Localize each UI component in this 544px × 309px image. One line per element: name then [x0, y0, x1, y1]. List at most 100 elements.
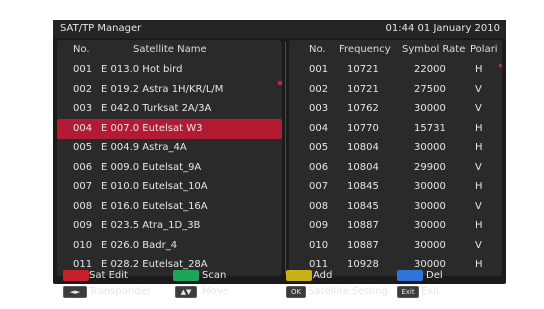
transponder-row[interactable]: 003 10762 30000 V	[289, 99, 502, 119]
ok-key-icon[interactable]: OK	[286, 286, 306, 298]
satellite-name: E 004.9 Astra_4A	[101, 142, 187, 153]
transponder-row[interactable]: 004 10770 15731 H	[289, 119, 502, 139]
satellite-setting-label[interactable]: Satellite Setting	[308, 286, 388, 298]
sat-tp-manager-screen: SAT/TP Manager 01:44 01 January 2010 No.…	[53, 20, 506, 298]
transponder-number: 008	[309, 200, 329, 212]
satellite-row[interactable]: 010 E 026.0 Badr_4	[57, 236, 282, 256]
yellow-key-icon[interactable]	[286, 270, 312, 281]
satellite-row[interactable]: 003 E 042.0 Turksat 2A/3A	[57, 99, 282, 119]
blue-key-icon[interactable]	[397, 270, 423, 281]
symbol-rate-value: 30000	[414, 239, 446, 251]
satellite-row[interactable]: 002 E 019.2 Astra 1H/KR/L/M	[57, 80, 282, 100]
satellite-name: E 019.2 Astra 1H/KR/L/M	[101, 83, 224, 95]
satellite-number: 006	[73, 161, 93, 173]
satellite-number: 002	[73, 83, 93, 95]
transponder-number: 003	[309, 103, 329, 114]
transponder-number: 007	[309, 181, 329, 192]
add-label[interactable]: Add	[313, 270, 332, 282]
frequency-value: 10804	[347, 142, 379, 153]
scroll-marker-left	[278, 81, 282, 85]
polarity-value: V	[475, 83, 482, 95]
transponder-number: 010	[309, 239, 329, 251]
polarity-value: H	[475, 64, 483, 75]
satellite-name: E 016.0 Eutelsat_16A	[101, 200, 208, 212]
polarity-value: H	[475, 181, 483, 192]
transponder-number: 002	[309, 83, 329, 95]
satellite-name: E 010.0 Eutelsat_10A	[101, 181, 208, 192]
transponder-number: 005	[309, 142, 329, 153]
satellite-name-header: Satellite Name	[133, 44, 207, 55]
polarity-value: V	[475, 161, 482, 173]
satellite-number: 004	[73, 122, 93, 134]
symbol-rate-value: 15731	[414, 122, 446, 134]
polarity-header: Polari	[470, 44, 498, 55]
transponder-row[interactable]: 006 10804 29900 V	[289, 158, 502, 178]
transponder-row[interactable]: 005 10804 30000 H	[289, 138, 502, 158]
title-bar: SAT/TP Manager 01:44 01 January 2010	[53, 20, 506, 38]
polarity-value: H	[475, 122, 483, 134]
green-key-icon[interactable]	[173, 270, 199, 281]
move-label[interactable]: Move	[202, 286, 229, 298]
transponder-label[interactable]: Transponder	[89, 286, 151, 298]
satellite-name: E 007.0 Eutelsat W3	[101, 122, 203, 134]
transponder-row[interactable]: 008 10845 30000 V	[289, 197, 502, 217]
frequency-value: 10804	[347, 161, 379, 173]
polarity-value: H	[475, 220, 483, 231]
symbol-rate-value: 29900	[414, 161, 446, 173]
satellite-no-header: No.	[73, 44, 90, 55]
frequency-value: 10770	[347, 122, 379, 134]
satellite-row[interactable]: 004 E 007.0 Eutelsat W3	[57, 118, 282, 139]
red-key-icon[interactable]	[63, 270, 89, 281]
satellite-number: 003	[73, 103, 93, 114]
transponder-no-header: No.	[309, 44, 326, 55]
satellite-name: E 026.0 Badr_4	[101, 239, 178, 251]
symbol-rate-value: 30000	[414, 103, 446, 114]
transponder-number: 001	[309, 64, 329, 75]
satellite-number: 005	[73, 142, 93, 153]
transponder-row[interactable]: 007 10845 30000 H	[289, 177, 502, 197]
exit-label[interactable]: Exit	[421, 286, 440, 298]
scan-label[interactable]: Scan	[202, 270, 226, 282]
frequency-value: 10721	[347, 83, 379, 95]
polarity-value: V	[475, 239, 482, 251]
frequency-value: 10721	[347, 64, 379, 75]
window-title: SAT/TP Manager	[60, 23, 142, 34]
satellite-number: 001	[73, 64, 93, 75]
satellite-number: 008	[73, 200, 93, 212]
frequency-value: 10845	[347, 181, 379, 192]
symbol-rate-value: 30000	[414, 200, 446, 212]
sat-edit-label[interactable]: Sat Edit	[89, 270, 128, 282]
satellite-row[interactable]: 009 E 023.5 Atra_1D_3B	[57, 216, 282, 236]
up-down-key-icon[interactable]: ▲▼	[175, 286, 197, 298]
transponder-row[interactable]: 002 10721 27500 V	[289, 80, 502, 100]
satellite-row[interactable]: 006 E 009.0 Eutelsat_9A	[57, 158, 282, 178]
frequency-value: 10887	[347, 220, 379, 231]
satellite-number: 010	[73, 239, 93, 251]
polarity-value: H	[475, 142, 483, 153]
panel-divider	[285, 42, 286, 274]
symbol-rate-header: Symbol Rate	[402, 44, 466, 55]
transponder-row[interactable]: 010 10887 30000 V	[289, 236, 502, 256]
frequency-value: 10762	[347, 103, 379, 114]
key-legend-bar: Sat Edit Scan Add Del ◄► Transponder ▲▼ …	[53, 266, 506, 304]
frequency-value: 10887	[347, 239, 379, 251]
transponder-number: 006	[309, 161, 329, 173]
symbol-rate-value: 30000	[414, 181, 446, 192]
polarity-value: V	[475, 200, 482, 212]
transponder-row[interactable]: 001 10721 22000 H	[289, 60, 502, 80]
frequency-value: 10845	[347, 200, 379, 212]
transponder-row[interactable]: 009 10887 30000 H	[289, 216, 502, 236]
satellite-list-panel: No. Satellite Name 001 E 013.0 Hot bird 00…	[57, 40, 282, 276]
frequency-header: Frequency	[339, 44, 391, 55]
satellite-row[interactable]: 005 E 004.9 Astra_4A	[57, 138, 282, 158]
satellite-row[interactable]: 007 E 010.0 Eutelsat_10A	[57, 177, 282, 197]
satellite-row[interactable]: 008 E 016.0 Eutelsat_16A	[57, 197, 282, 217]
exit-key-icon[interactable]: Exit	[397, 286, 419, 298]
satellite-row[interactable]: 001 E 013.0 Hot bird	[57, 60, 282, 80]
transponder-number: 004	[309, 122, 329, 134]
satellite-number: 009	[73, 220, 93, 231]
clock-display: 01:44 01 January 2010	[385, 23, 500, 34]
del-label[interactable]: Del	[426, 270, 443, 282]
left-right-key-icon[interactable]: ◄►	[63, 286, 87, 298]
satellite-name: E 009.0 Eutelsat_9A	[101, 161, 202, 173]
